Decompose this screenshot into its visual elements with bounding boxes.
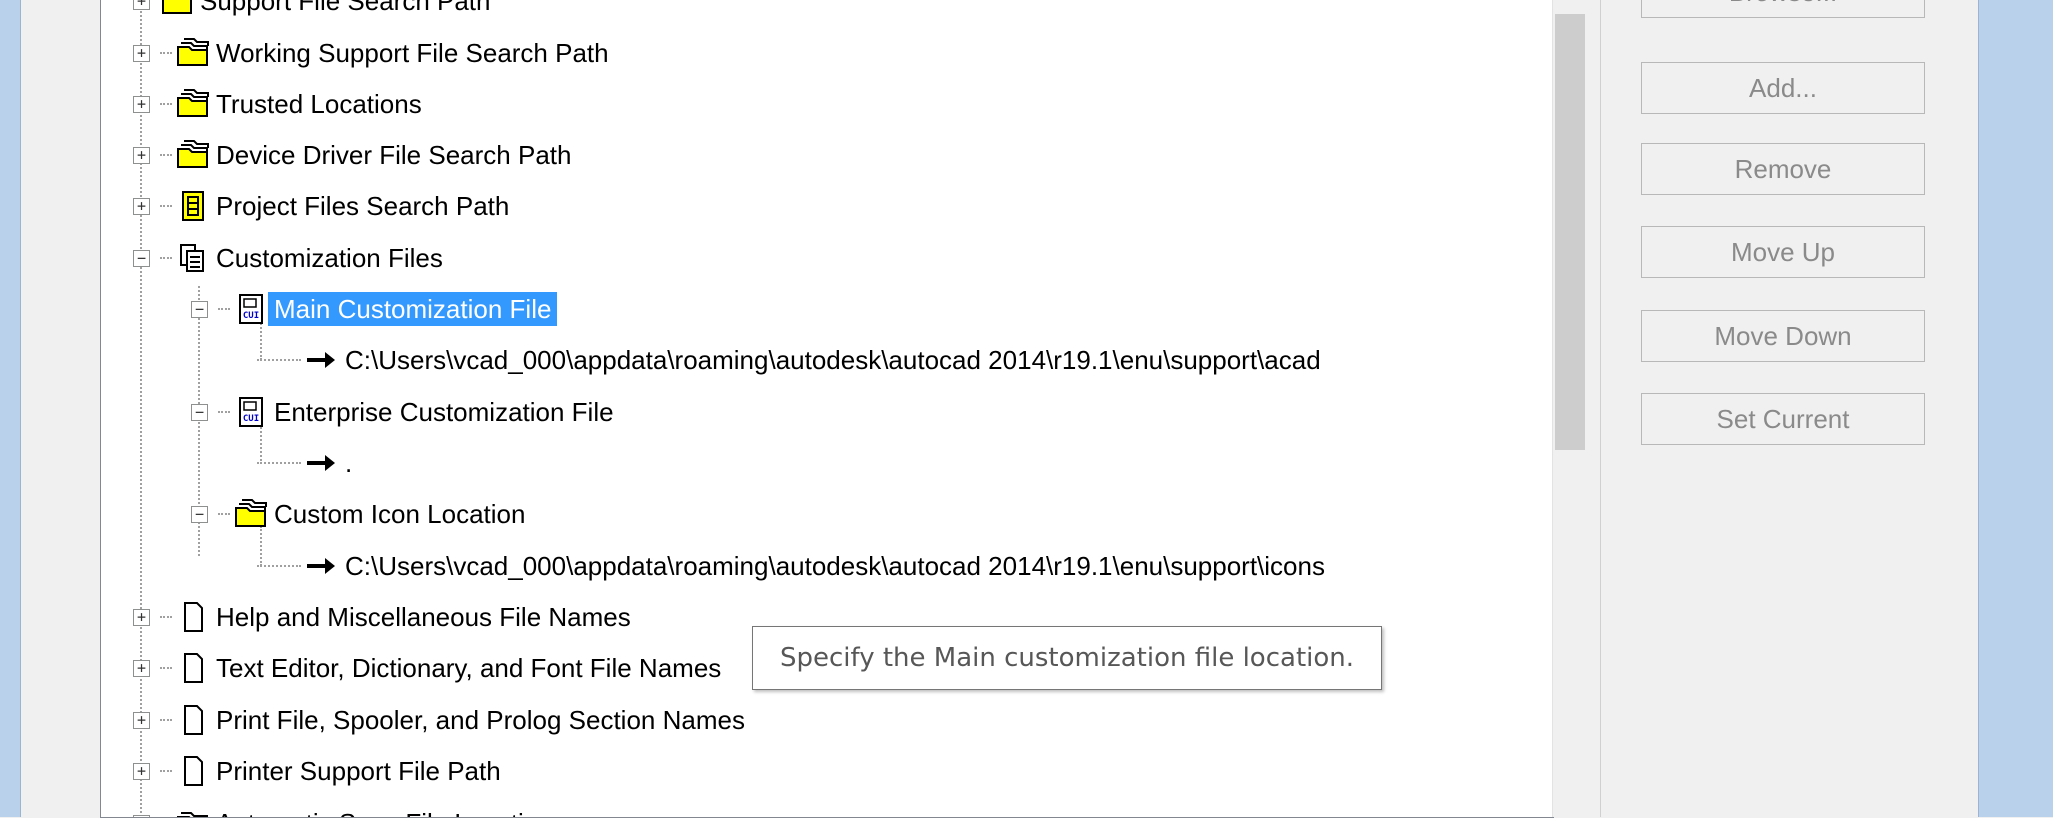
expand-plus-icon[interactable]: + — [133, 763, 150, 780]
project-files-icon — [176, 189, 210, 223]
tree-item-custom-icon-location[interactable]: − Custom Icon Location — [191, 491, 531, 537]
tree-item[interactable]: + Project Files Search Path — [133, 183, 515, 229]
tree-item[interactable]: + Help and Miscellaneous File Names — [133, 594, 637, 640]
tree-item-label: Trusted Locations — [210, 87, 428, 121]
tree-item-label: C:\Users\vcad_000\appdata\roaming\autode… — [339, 549, 1331, 583]
file-icon — [176, 754, 210, 788]
tree-item-label: . — [339, 446, 358, 480]
tree-item-label: Print File, Spooler, and Prolog Section … — [210, 703, 751, 737]
window-frame-left — [0, 0, 21, 817]
expand-plus-icon[interactable]: + — [133, 198, 150, 215]
tree-item-label: Customization Files — [210, 241, 449, 275]
tree-item-label: Device Driver File Search Path — [210, 138, 577, 172]
expand-plus-icon[interactable]: + — [133, 609, 150, 626]
tree-item-path[interactable]: . — [257, 440, 358, 486]
collapse-minus-icon[interactable]: − — [191, 404, 208, 421]
tree-item-label: Printer Support File Path — [210, 754, 507, 788]
cui-file-icon: CUI — [234, 395, 268, 429]
expand-plus-icon[interactable]: + — [133, 712, 150, 729]
file-icon — [176, 651, 210, 685]
tree-item[interactable]: + Trusted Locations — [133, 81, 428, 127]
file-icon — [176, 703, 210, 737]
move-down-button[interactable]: Move Down — [1641, 310, 1925, 362]
folder-stack-icon — [234, 497, 268, 531]
tree-item[interactable]: + Print File, Spooler, and Prolog Sectio… — [133, 697, 751, 743]
tree-item-label: Automatic Save File Location — [210, 806, 559, 818]
tree-scrollbar[interactable] — [1552, 0, 1589, 817]
set-current-button[interactable]: Set Current — [1641, 393, 1925, 445]
tree-item-label-selected: Main Customization File — [268, 292, 557, 326]
arrow-right-icon — [305, 549, 339, 583]
svg-text:CUI: CUI — [243, 311, 259, 321]
folder-stack-icon — [176, 36, 210, 70]
window-frame-right — [1978, 0, 2053, 817]
tree-item-label: C:\Users\vcad_000\appdata\roaming\autode… — [339, 343, 1327, 377]
tree-item-label: Text Editor, Dictionary, and Font File N… — [210, 651, 727, 685]
folder-stack-icon — [176, 138, 210, 172]
tree-item-label: Enterprise Customization File — [268, 395, 620, 429]
tree-item[interactable]: + Working Support File Search Path — [133, 30, 615, 76]
svg-text:CUI: CUI — [243, 414, 259, 424]
add-button[interactable]: Add... — [1641, 62, 1925, 114]
tree-item-path[interactable]: C:\Users\vcad_000\appdata\roaming\autode… — [257, 337, 1327, 383]
files-tree-view[interactable]: + Support File Search Path + Working Sup… — [100, 0, 1554, 818]
expand-plus-icon[interactable]: + — [133, 0, 150, 10]
tooltip: Specify the Main customization file loca… — [752, 626, 1382, 690]
folder-stack-icon — [160, 0, 194, 18]
customization-files-icon — [176, 241, 210, 275]
tree-item[interactable]: + Support File Search Path — [133, 0, 497, 24]
tree-item-enterprise-customization-file[interactable]: − CUI Enterprise Customization File — [191, 389, 620, 435]
expand-plus-icon[interactable]: + — [133, 147, 150, 164]
arrow-right-icon — [305, 343, 339, 377]
scrollbar-thumb[interactable] — [1555, 14, 1585, 450]
tree-item[interactable]: + Text Editor, Dictionary, and Font File… — [133, 645, 727, 691]
collapse-minus-icon[interactable]: − — [191, 506, 208, 523]
expand-plus-icon[interactable]: + — [133, 660, 150, 677]
tree-item-label: Custom Icon Location — [268, 497, 531, 531]
tree-item[interactable]: + Device Driver File Search Path — [133, 132, 577, 178]
tree-item-label: Support File Search Path — [194, 0, 497, 18]
tree-item[interactable]: + Printer Support File Path — [133, 748, 507, 794]
collapse-minus-icon[interactable]: − — [133, 250, 150, 267]
collapse-minus-icon[interactable]: − — [191, 301, 208, 318]
expand-plus-icon[interactable]: + — [133, 45, 150, 62]
tree-item-label: Project Files Search Path — [210, 189, 515, 223]
tree-item-path[interactable]: C:\Users\vcad_000\appdata\roaming\autode… — [257, 543, 1331, 589]
expand-plus-icon[interactable]: + — [133, 815, 150, 818]
tree-item-label: Working Support File Search Path — [210, 36, 615, 70]
tree-item[interactable]: + Automatic Save File Location — [133, 800, 559, 818]
folder-stack-icon — [176, 87, 210, 121]
browse-button[interactable]: Browse... — [1641, 0, 1925, 18]
tree-item-customization-files[interactable]: − Customization Files — [133, 235, 449, 281]
remove-button[interactable]: Remove — [1641, 143, 1925, 195]
cui-file-icon: CUI — [234, 292, 268, 326]
folder-stack-icon — [176, 806, 210, 818]
file-icon — [176, 600, 210, 634]
expand-plus-icon[interactable]: + — [133, 96, 150, 113]
tree-item-label: Help and Miscellaneous File Names — [210, 600, 637, 634]
arrow-right-icon — [305, 446, 339, 480]
move-up-button[interactable]: Move Up — [1641, 226, 1925, 278]
tree-item-main-customization-file[interactable]: − CUI Main Customization File — [191, 286, 557, 332]
